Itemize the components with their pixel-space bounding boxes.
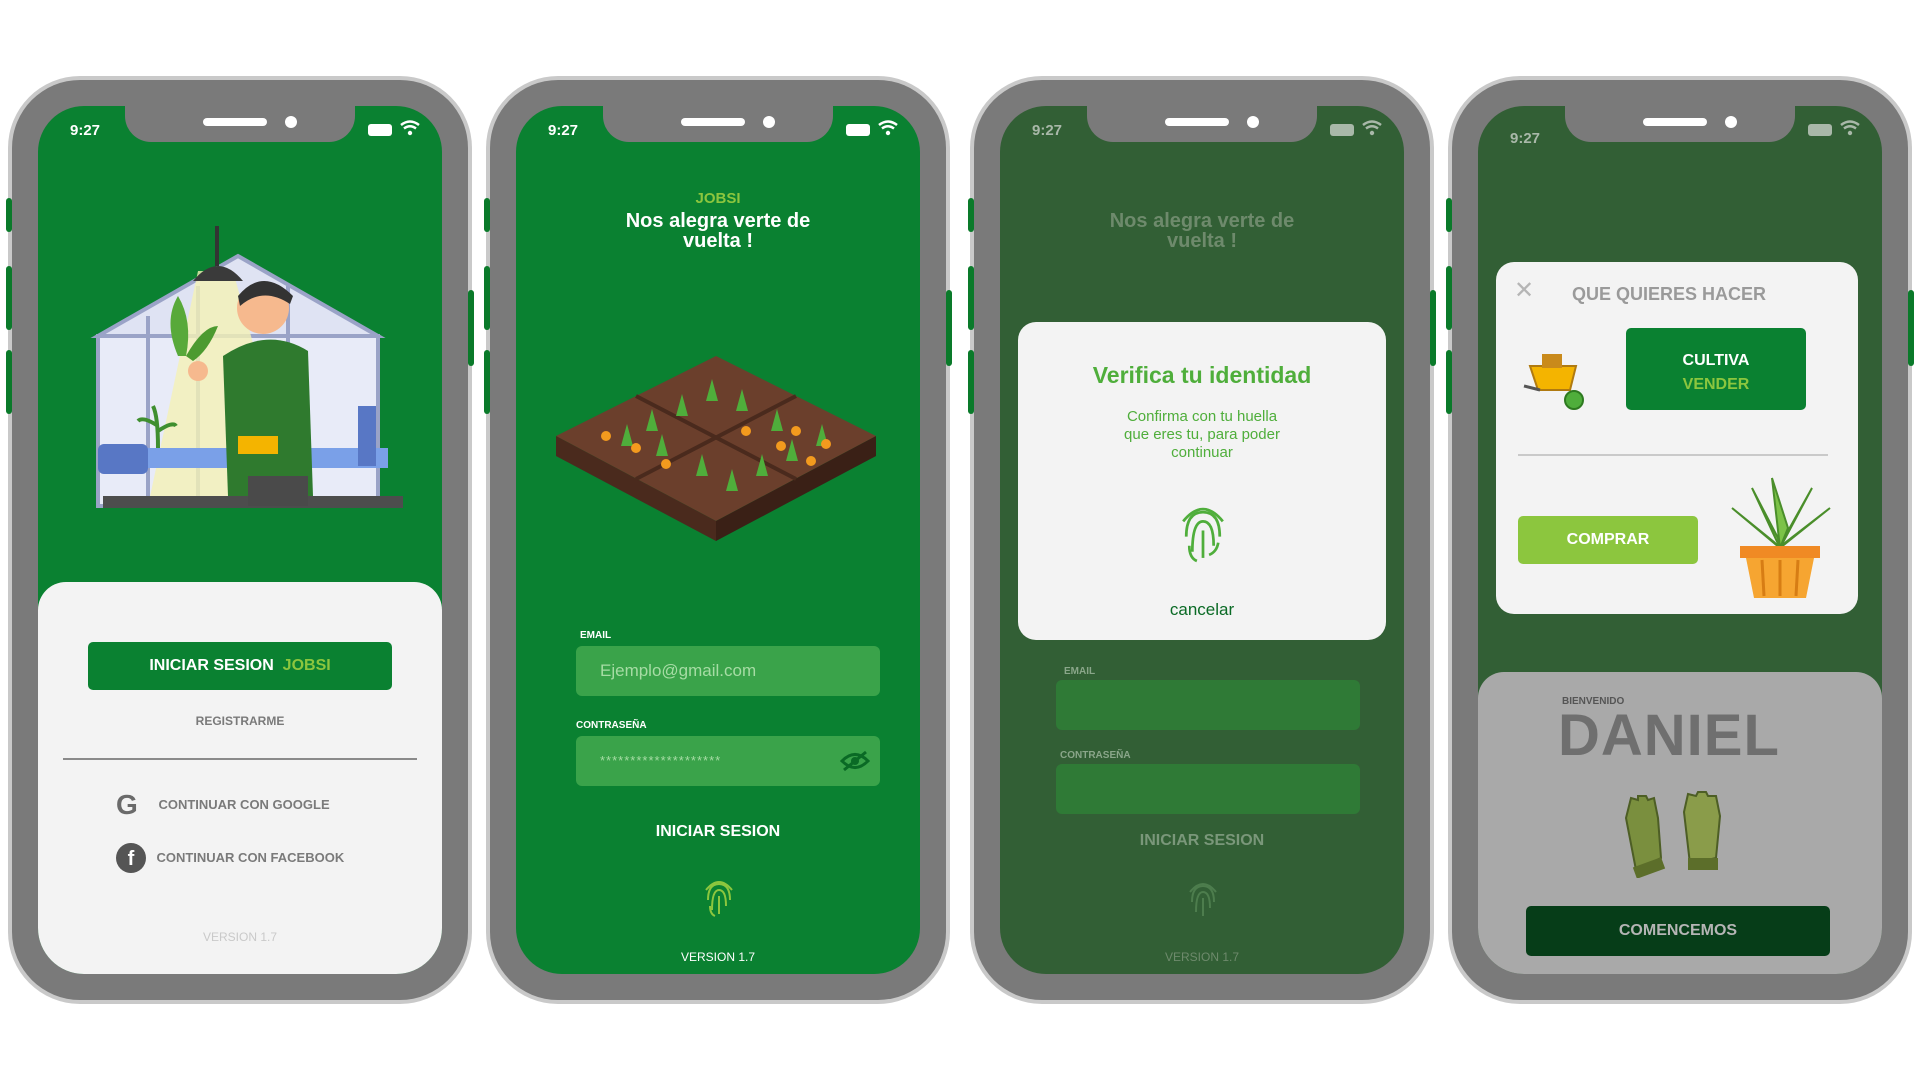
password-label: CONTRASEÑA [1060,750,1131,761]
wifi-icon [878,120,898,136]
comprar-button[interactable]: COMPRAR [1518,516,1698,564]
login-button[interactable]: INICIAR SESION [1000,832,1404,850]
status-time: 9:27 [70,122,101,139]
dialog-title: Verifica tu identidad [1092,362,1312,388]
wifi-icon [1840,120,1860,136]
facebook-login[interactable]: f CONTINUAR CON FACEBOOK [116,842,344,874]
email-label: EMAIL [1064,666,1096,677]
version-label: VERSION 1.7 [202,930,278,944]
verify-dialog: Verifica tu identidad Confirma con tu hu… [1018,322,1386,640]
email-label: EMAIL [580,630,612,641]
screen: 9:27 JOBSI Nos alegra verte de vuelta ! [516,106,920,974]
dialog-text-1: Confirma con tu huella [1126,408,1278,425]
dialog-text-3: continuar [1171,444,1233,461]
cultiva-label: CULTIVA [1682,352,1750,369]
welcome-title-2: vuelta ! [1166,230,1238,252]
screen: 9:27 Nos alegra verte de vuelta ! EMAIL … [1000,106,1404,974]
email-input[interactable]: Ejemplo@gmail.com [576,646,880,696]
login-button[interactable]: INICIAR SESION [516,823,920,841]
phone-login-choice: 9:27 INICIAR SESION JOBSI REGISTRARME G … [6,80,474,1000]
fingerprint-icon[interactable] [702,876,736,918]
google-login[interactable]: G CONTINUAR CON GOOGLE [116,790,330,820]
wheelbarrow-icon [1523,354,1584,410]
garden-plot-illustration [556,356,876,541]
welcome-title-2: vuelta ! [682,230,754,252]
notch [1565,106,1795,142]
cancel-button[interactable]: cancelar [1018,600,1386,620]
login-jobsi-button[interactable]: INICIAR SESION JOBSI [88,642,392,690]
password-label: CONTRASEÑA [576,720,647,731]
email-input[interactable] [1056,680,1360,730]
action-dialog: ✕ QUE QUIERES HACER CULTIVA VENDER COMPR… [1496,262,1858,614]
dialog-text-2: que eres tu, para poder [1124,426,1280,443]
wifi-icon [1362,120,1382,136]
google-icon: G [116,789,138,820]
welcome-card: BIENVENIDO DANIEL COMENCEMOS [1478,672,1882,974]
auth-card: INICIAR SESION JOBSI REGISTRARME G CONTI… [38,582,442,974]
dialog-title: QUE QUIERES HACER [1572,284,1767,304]
password-input[interactable] [1056,764,1360,814]
login-button-label: INICIAR SESION [149,657,274,674]
version-label: VERSION 1.7 [1164,950,1240,964]
battery-icon [846,124,870,136]
battery-icon [1330,124,1354,136]
phone-verify-identity: 9:27 Nos alegra verte de vuelta ! EMAIL … [968,80,1436,1000]
screen: 9:27 INICIAR SESION JOBSI REGISTRARME G … [38,106,442,974]
start-button[interactable]: COMENCEMOS [1526,906,1830,956]
wifi-icon [400,120,420,136]
user-name: DANIEL [1558,703,1780,768]
register-link[interactable]: REGISTRARME [38,714,442,728]
notch [603,106,833,142]
google-label: CONTINUAR CON GOOGLE [158,797,330,813]
fingerprint-icon[interactable] [1176,500,1230,564]
divider [1518,454,1828,456]
potted-plant-icon [1731,477,1831,598]
status-time: 9:27 [548,122,579,139]
battery-icon [1808,124,1832,136]
gloves-illustration [1624,791,1722,878]
battery-icon [368,124,392,136]
close-icon[interactable]: ✕ [1514,276,1534,305]
status-time: 9:27 [1032,122,1063,139]
hide-password-icon[interactable] [840,750,870,772]
screen: 9:27 BIENVENIDO DANIEL COMENCEMOS ✕ QUE … [1478,106,1882,974]
password-input[interactable]: ******************** [576,736,880,786]
cultiva-vender-button[interactable]: CULTIVA VENDER [1626,328,1806,410]
notch [125,106,355,142]
greenhouse-illustration [90,226,403,508]
phone-login-form: 9:27 JOBSI Nos alegra verte de vuelta ! [484,80,952,1000]
password-value: ******************** [600,753,722,768]
phone-choose-action: 9:27 BIENVENIDO DANIEL COMENCEMOS ✕ QUE … [1446,80,1914,1000]
brand-label: JOBSI [695,190,741,207]
status-time: 9:27 [1510,130,1541,147]
facebook-icon: f [116,842,146,873]
divider [63,758,417,760]
version-label: VERSION 1.7 [680,950,756,964]
vender-label: VENDER [1682,376,1750,393]
facebook-label: CONTINUAR CON FACEBOOK [156,850,345,865]
login-button-brand: JOBSI [282,657,331,674]
notch [1087,106,1317,142]
fingerprint-icon [1189,883,1217,916]
